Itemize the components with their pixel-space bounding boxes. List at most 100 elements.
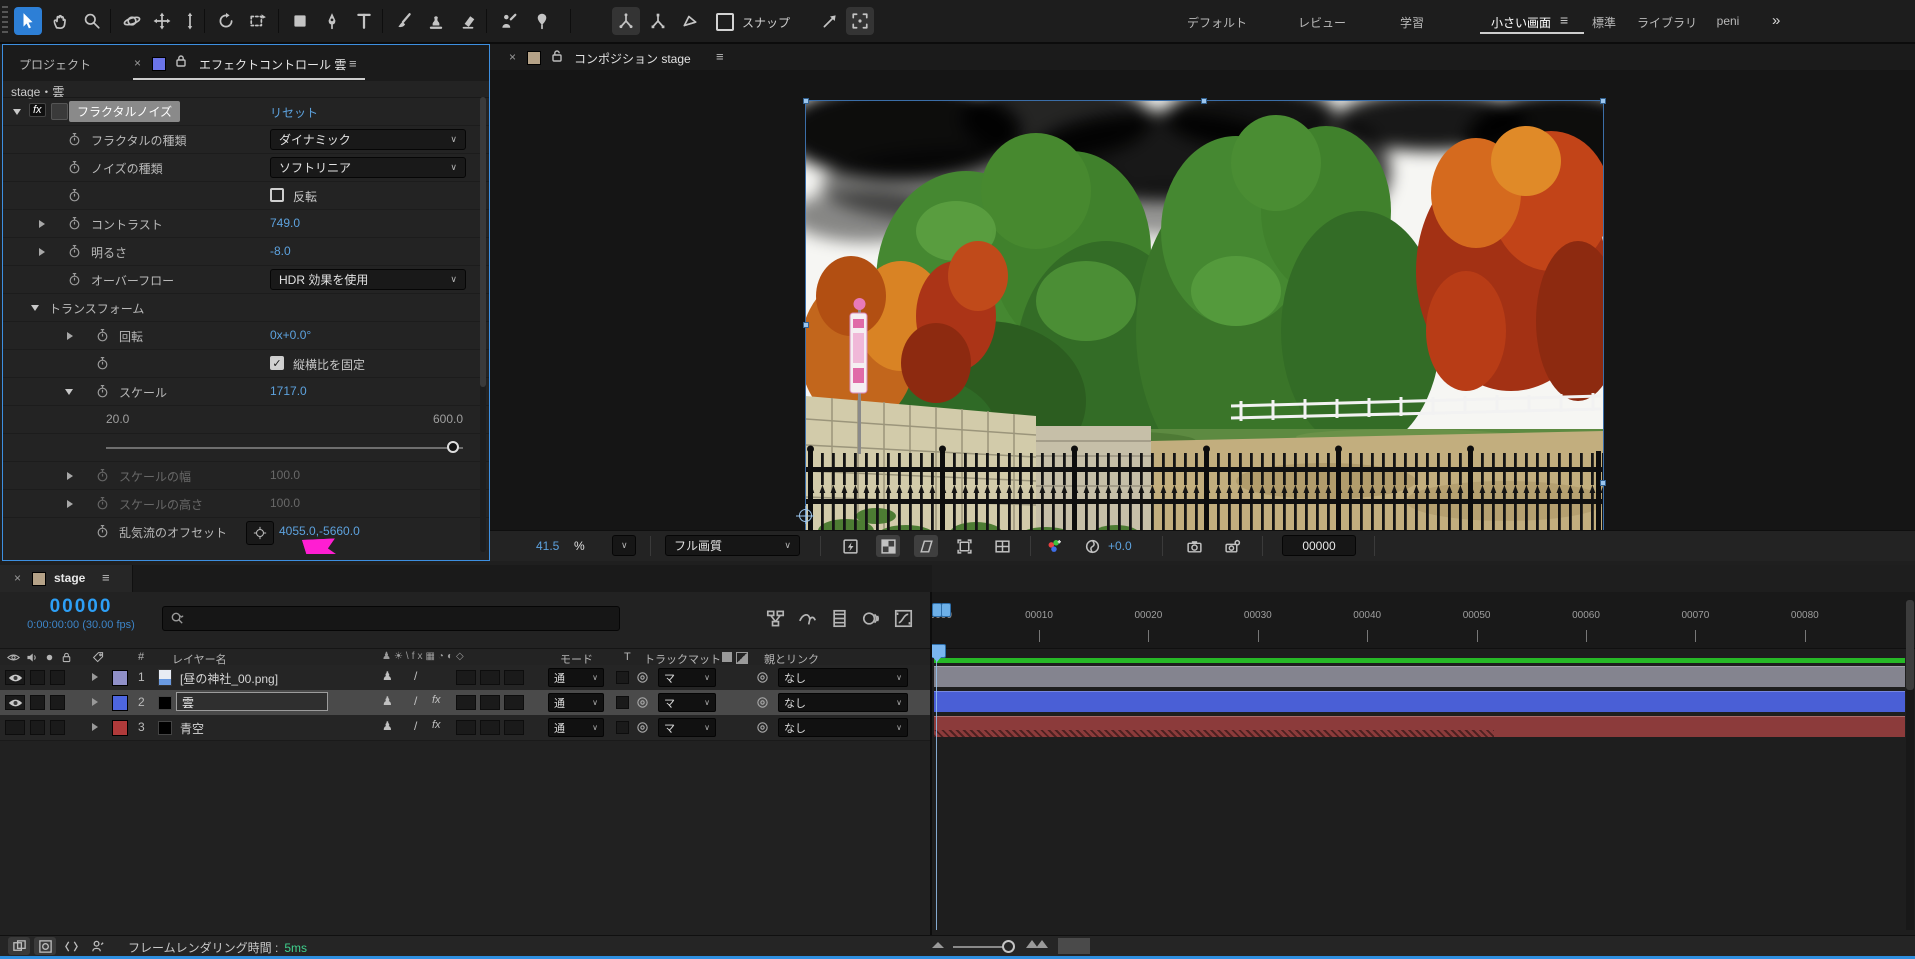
quality-switch-icon[interactable]: ♟ — [382, 719, 393, 733]
exposure-value[interactable]: +0.0 — [1108, 539, 1132, 553]
layer-duration-bar-青空[interactable] — [934, 716, 1905, 737]
pan-behind-tool-icon[interactable] — [244, 7, 272, 35]
pan-camera-tool-icon[interactable] — [148, 7, 176, 35]
preserve-transparency-cell[interactable] — [616, 696, 629, 709]
local-axis-mode-icon[interactable] — [612, 7, 640, 35]
hand-tool-icon[interactable] — [46, 7, 74, 35]
brainstorm-icon[interactable] — [60, 937, 82, 955]
tab-timeline[interactable]: stage — [54, 571, 85, 585]
quality-slash-icon[interactable]: / — [414, 694, 417, 708]
stopwatch-icon[interactable] — [95, 328, 110, 343]
motion-blur-toggle-icon[interactable] — [34, 937, 56, 955]
property-value[interactable]: 4055.0,-5660.0 — [279, 524, 360, 538]
blend-mode-dropdown[interactable]: 通∨ — [548, 668, 604, 687]
switch-cell[interactable] — [480, 695, 500, 710]
stopwatch-icon[interactable] — [95, 356, 110, 371]
view-axis-mode-icon[interactable] — [676, 7, 704, 35]
layer-twirl-icon[interactable] — [92, 723, 98, 731]
audio-cell[interactable] — [30, 695, 45, 710]
workspace-標準[interactable]: 標準 — [1592, 14, 1616, 31]
panel-menu-icon[interactable]: ≡ — [716, 49, 725, 64]
panel-menu-icon[interactable]: ≡ — [102, 570, 111, 585]
layer-label-color[interactable] — [112, 720, 128, 736]
cursor-arrow-icon[interactable] — [816, 7, 844, 35]
layer-row-[昼の神社_00.png][interactable]: 1[昼の神社_00.png]♟/通∨マ∨なし∨ — [0, 665, 930, 691]
switch-cell[interactable] — [456, 720, 476, 735]
property-value[interactable]: 1717.0 — [270, 384, 307, 398]
property-slider-track[interactable] — [106, 447, 463, 449]
point-crosshair-button[interactable] — [246, 521, 274, 545]
frame-blending-toggle-icon[interactable] — [8, 937, 30, 955]
reset-link[interactable]: リセット — [270, 104, 318, 121]
stopwatch-icon[interactable] — [95, 384, 110, 399]
stopwatch-icon[interactable] — [67, 188, 82, 203]
effect-twirl-icon[interactable] — [13, 109, 21, 115]
lock-cell[interactable] — [50, 720, 65, 735]
snap-checkbox[interactable] — [716, 13, 734, 31]
twirl-right-icon[interactable] — [67, 500, 73, 508]
layer-label-color[interactable] — [112, 670, 128, 686]
switch-cell[interactable] — [456, 695, 476, 710]
timeline-active-tab[interactable]: × stage ≡ — [0, 565, 133, 592]
twirl-right-icon[interactable] — [67, 332, 73, 340]
layer-duration-bar-[昼の神社_00.png][interactable] — [934, 666, 1905, 687]
layer-row-青空[interactable]: 3青空♟/fx通∨マ∨なし∨ — [0, 715, 930, 741]
transparency-grid-icon[interactable] — [876, 535, 900, 557]
selection-tool-icon[interactable] — [14, 7, 42, 35]
property-dropdown[interactable]: HDR 効果を使用∨ — [270, 269, 466, 290]
twirl-right-icon[interactable] — [39, 248, 45, 256]
property-value[interactable]: -8.0 — [270, 244, 291, 258]
channel-rgb-icon[interactable] — [1042, 535, 1066, 557]
clone-stamp-tool-icon[interactable] — [422, 7, 450, 35]
audio-cell[interactable] — [30, 670, 45, 685]
workspace-ライブラリ[interactable]: ライブラリ — [1637, 14, 1697, 31]
stopwatch-icon[interactable] — [67, 216, 82, 231]
composition-viewer[interactable] — [490, 70, 1915, 530]
workspace-デフォルト[interactable]: デフォルト — [1187, 14, 1247, 31]
stopwatch-icon[interactable] — [67, 244, 82, 259]
current-time-display[interactable]: 00000 0:00:00:00 (30.00 fps) — [10, 596, 152, 631]
stopwatch-icon[interactable] — [67, 132, 82, 147]
selection-handle[interactable] — [1600, 480, 1606, 486]
quality-slash-icon[interactable]: / — [414, 719, 417, 733]
current-time-indicator[interactable] — [932, 644, 946, 658]
fx-switch-icon[interactable]: fx — [432, 719, 441, 731]
guides-grid-icon[interactable] — [990, 535, 1014, 557]
search-input[interactable] — [162, 606, 620, 631]
quality-switch-icon[interactable]: ♟ — [382, 694, 393, 708]
blend-mode-dropdown[interactable]: 通∨ — [548, 693, 604, 712]
twirl-right-icon[interactable] — [67, 472, 73, 480]
region-of-interest-capture-icon[interactable] — [846, 7, 874, 35]
selection-handle[interactable] — [803, 98, 809, 104]
workspace-小さい画面[interactable]: 小さい画面 — [1491, 14, 1551, 31]
timeline-vertical-scrollbar[interactable] — [1906, 600, 1914, 930]
tab-close-icon[interactable]: × — [134, 56, 141, 70]
pen-tool-icon[interactable] — [318, 7, 346, 35]
composition-image[interactable] — [806, 101, 1603, 549]
zoom-in-mountain-icon[interactable] — [1036, 940, 1048, 948]
workspace-peni[interactable]: peni — [1717, 14, 1740, 28]
switch-cell[interactable] — [480, 670, 500, 685]
switch-cell[interactable] — [456, 670, 476, 685]
property-dropdown[interactable]: ソフトリニア∨ — [270, 157, 466, 178]
layer-name[interactable]: 青空 — [180, 720, 204, 737]
layer-row-雲[interactable]: 2雲♟/fx通∨マ∨なし∨ — [0, 690, 930, 716]
fx-badge-icon[interactable]: fx — [29, 103, 46, 117]
mask-visibility-icon[interactable] — [914, 535, 938, 557]
property-checkbox[interactable]: ✓ — [270, 356, 284, 370]
stopwatch-icon[interactable] — [67, 272, 82, 287]
effect-panel-scrollbar[interactable] — [480, 97, 486, 552]
quality-slash-icon[interactable]: / — [414, 669, 417, 683]
parent-pickwhip-icon[interactable] — [756, 721, 769, 734]
lock-icon[interactable] — [175, 54, 187, 70]
matte-pickwhip-icon[interactable] — [636, 721, 649, 734]
lock-cell[interactable] — [50, 670, 65, 685]
composition-mini-flowchart-icon[interactable] — [762, 605, 788, 631]
snapshot-camera-icon[interactable] — [1182, 535, 1206, 557]
fast-preview-icon[interactable] — [838, 535, 862, 557]
dolly-camera-tool-icon[interactable] — [176, 7, 204, 35]
switch-cell[interactable] — [480, 720, 500, 735]
layer-visibility-toggle[interactable] — [5, 670, 25, 685]
layer-visibility-toggle[interactable] — [5, 720, 25, 735]
property-dropdown[interactable]: ダイナミック∨ — [270, 129, 466, 150]
